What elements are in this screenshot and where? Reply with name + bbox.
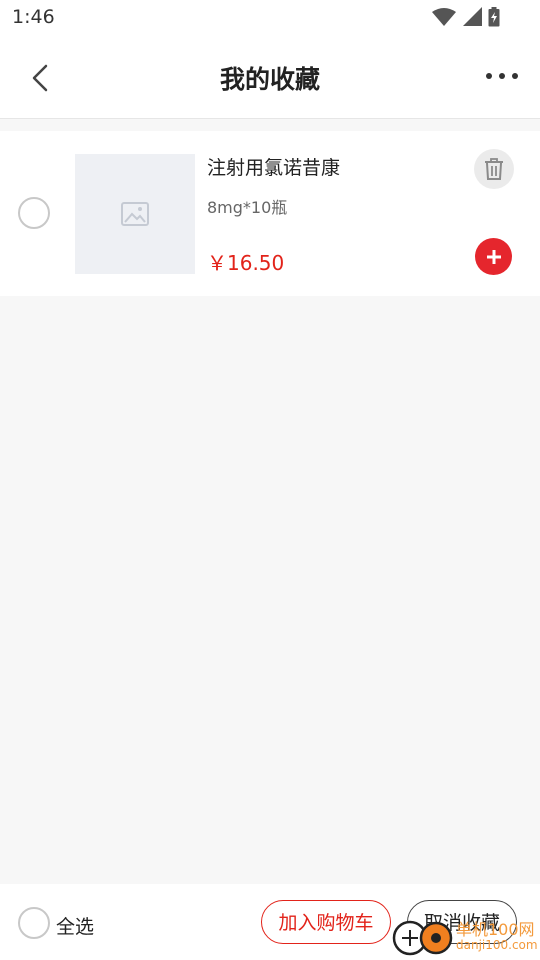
battery-icon (488, 7, 500, 27)
wifi-icon (432, 8, 456, 26)
watermark-text: 单机100网 (456, 920, 535, 939)
item-select-checkbox[interactable] (18, 197, 50, 229)
watermark-logo (392, 920, 453, 956)
select-all-checkbox[interactable] (18, 907, 50, 939)
product-name: 注射用氯诺昔康 (207, 157, 341, 179)
favorite-item[interactable]: 注射用氯诺昔康 8mg*10瓶 ￥16.50 (0, 131, 540, 296)
delete-button[interactable] (474, 149, 514, 189)
watermark-url: danji100.com (456, 938, 538, 952)
watermark: 单机100网 danji100.com (392, 912, 540, 960)
status-icons (432, 7, 500, 27)
image-placeholder-icon (121, 202, 149, 226)
page-title: 我的收藏 (219, 65, 320, 94)
status-time: 1:46 (12, 6, 55, 28)
product-image[interactable] (75, 154, 195, 274)
add-to-cart-plus-button[interactable] (475, 238, 512, 275)
plus-icon (486, 249, 501, 264)
product-price: ￥16.50 (207, 251, 285, 275)
add-to-cart-button[interactable]: 加入购物车 (261, 900, 391, 944)
header: 我的收藏 (0, 36, 540, 119)
product-spec: 8mg*10瓶 (207, 198, 288, 217)
signal-icon (463, 7, 482, 26)
more-icon[interactable] (484, 66, 520, 86)
select-all-label[interactable]: 全选 (56, 912, 94, 939)
status-bar: 1:46 (0, 0, 540, 36)
trash-icon (485, 158, 503, 180)
